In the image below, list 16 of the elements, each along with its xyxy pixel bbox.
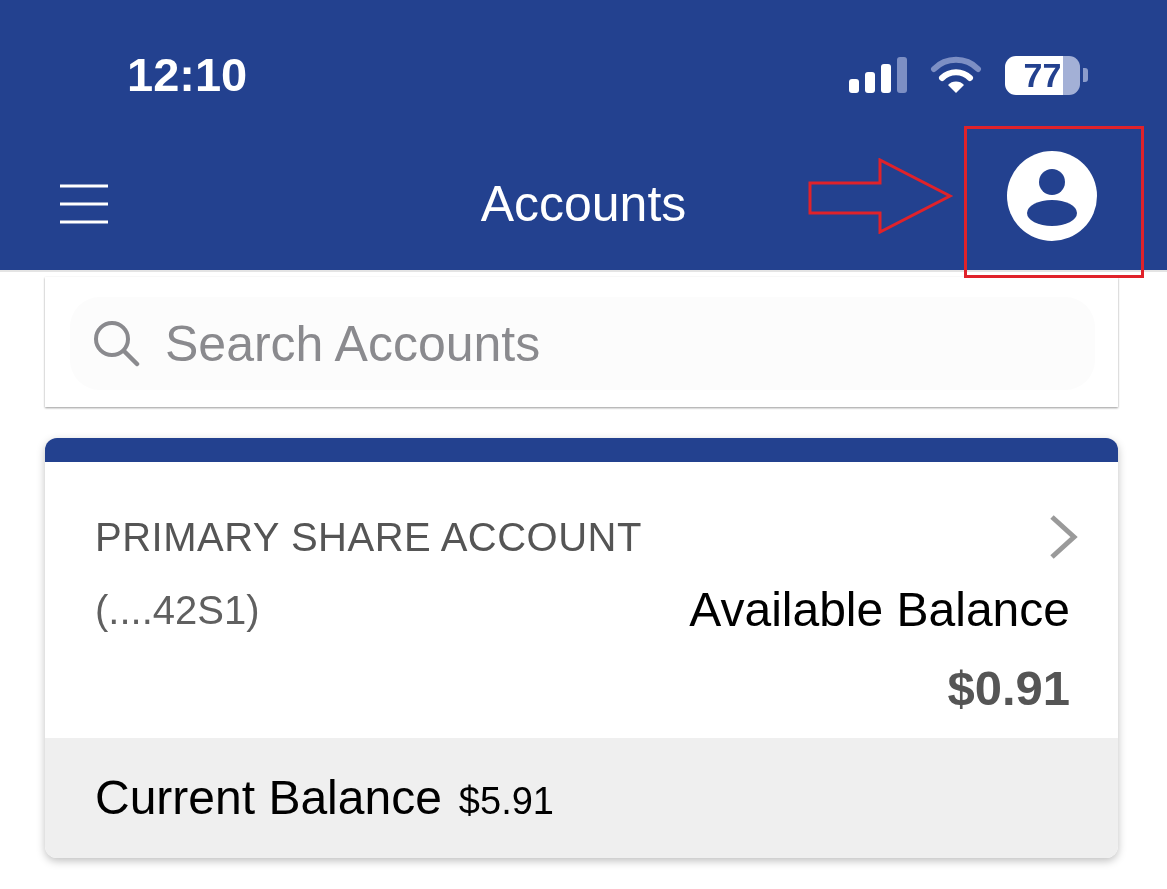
account-card[interactable]: PRIMARY SHARE ACCOUNT (....42S1) Available Balance $0.91 Current Balance $5.91 <box>45 438 1118 858</box>
status-time: 12:10 <box>127 47 248 103</box>
account-name: PRIMARY SHARE ACCOUNT <box>95 514 642 560</box>
search-icon <box>93 320 140 367</box>
profile-icon[interactable] <box>1007 151 1097 241</box>
chevron-icon[interactable] <box>1048 514 1078 560</box>
page-title: Accounts <box>480 175 687 234</box>
menu-icon[interactable] <box>60 184 108 224</box>
current-amount: $5.91 <box>458 779 554 824</box>
current-label: Current Balance <box>95 770 442 826</box>
signal-icon <box>849 57 907 93</box>
wifi-icon <box>930 56 982 94</box>
available-amount: $0.91 <box>947 660 1070 716</box>
account-number: (....42S1) <box>95 587 260 634</box>
battery-percent: 77 <box>1023 56 1062 94</box>
available-label: Available Balance <box>689 582 1070 638</box>
